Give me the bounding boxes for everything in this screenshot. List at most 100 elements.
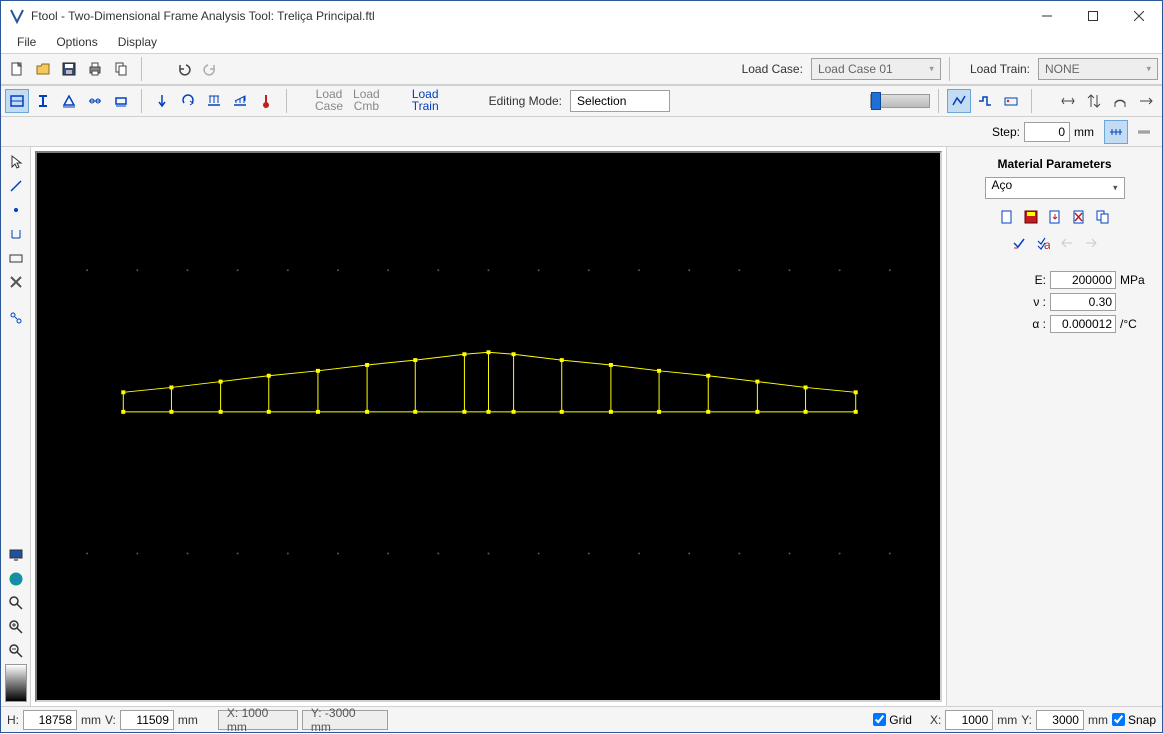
loadtrain-text-button[interactable]: Load Train (408, 89, 443, 113)
right-panel: Material Parameters Aço all E: MPa ν : (946, 147, 1162, 706)
snap-checkbox[interactable]: Snap (1112, 713, 1156, 727)
loadtrain-label: Load Train: (958, 62, 1036, 76)
undo-button[interactable] (172, 57, 196, 81)
left-toolbar (1, 147, 31, 706)
material-delete-button[interactable] (1069, 207, 1089, 227)
keyboard-tool-button[interactable] (5, 247, 27, 269)
toolbar-model: Load Case Load Cmb Load Train Editing Mo… (1, 85, 1162, 117)
param-alpha-input[interactable] (1050, 315, 1116, 333)
gridx-label: X: (930, 713, 941, 727)
material-new-button[interactable] (997, 207, 1017, 227)
zoom-in-button[interactable] (5, 616, 27, 638)
rigid-offset-button[interactable] (109, 89, 133, 113)
close-button[interactable] (1116, 1, 1162, 31)
apply-selected-button[interactable] (1009, 233, 1029, 253)
menu-display[interactable]: Display (108, 33, 167, 51)
editmode-field: Selection (570, 90, 670, 112)
print-button[interactable] (83, 57, 107, 81)
loadcase-text-button[interactable]: Load Case (311, 89, 347, 113)
new-file-button[interactable] (5, 57, 29, 81)
step-mode-fine-button[interactable] (1132, 120, 1156, 144)
support-button[interactable] (57, 89, 81, 113)
titlebar: Ftool - Two-Dimensional Frame Analysis T… (1, 1, 1162, 31)
grayscale-bar-icon[interactable] (5, 664, 27, 702)
transform-tool-button[interactable] (5, 307, 27, 329)
status-bar: H: mm V: mm X: 1000 mm Y: -3000 mm Grid … (1, 706, 1162, 732)
loadcase-select[interactable]: Load Case 01 (811, 58, 941, 80)
toolbar-standard: Load Case: Load Case 01 Load Train: NONE (1, 53, 1162, 85)
open-file-button[interactable] (31, 57, 55, 81)
distributed-load-button[interactable] (202, 89, 226, 113)
window-title: Ftool - Two-Dimensional Frame Analysis T… (31, 9, 1024, 23)
hinge-button[interactable] (83, 89, 107, 113)
step-mode-coarse-button[interactable] (1104, 120, 1128, 144)
app-logo-icon (9, 8, 25, 24)
linear-load-button[interactable] (228, 89, 252, 113)
section-props-button[interactable] (31, 89, 55, 113)
menu-file[interactable]: File (7, 33, 46, 51)
param-e-input[interactable] (1050, 271, 1116, 289)
result-moment-button[interactable] (1108, 89, 1132, 113)
param-e-unit: MPa (1120, 273, 1154, 287)
status-y-box: Y: -3000 mm (302, 710, 388, 730)
diagram-axial-button[interactable] (947, 89, 971, 113)
gridx-unit: mm (997, 713, 1017, 727)
step-input[interactable] (1024, 122, 1070, 142)
editmode-label: Editing Mode: (477, 94, 568, 108)
main-area: Material Parameters Aço all E: MPa ν : (1, 147, 1162, 706)
model-canvas[interactable] (35, 151, 942, 702)
material-save-button[interactable] (1021, 207, 1041, 227)
monitor-icon[interactable] (5, 544, 27, 566)
nodal-force-button[interactable] (150, 89, 174, 113)
material-import-button[interactable] (1045, 207, 1065, 227)
apply-rev-button[interactable] (1057, 233, 1077, 253)
material-params-title: Material Parameters (955, 157, 1154, 171)
step-label: Step: (992, 125, 1020, 139)
apply-all-button[interactable]: all (1033, 233, 1053, 253)
param-nu-input[interactable] (1050, 293, 1116, 311)
result-axial-button[interactable] (1056, 89, 1080, 113)
result-deform-button[interactable] (1134, 89, 1158, 113)
loadcmb-text-button[interactable]: Load Cmb (349, 89, 384, 113)
gridy-unit: mm (1088, 713, 1108, 727)
param-e-label: E: (1026, 273, 1046, 287)
result-shear-button[interactable] (1082, 89, 1106, 113)
status-v-unit: mm (178, 713, 198, 727)
dimension-tool-button[interactable] (5, 223, 27, 245)
result-scale-slider[interactable] (870, 94, 930, 108)
apply-fwd-button[interactable] (1081, 233, 1101, 253)
minimize-button[interactable] (1024, 1, 1070, 31)
save-file-button[interactable] (57, 57, 81, 81)
status-h-input[interactable] (23, 710, 77, 730)
delete-tool-button[interactable] (5, 271, 27, 293)
zoom-fit-button[interactable] (5, 592, 27, 614)
moment-button[interactable] (176, 89, 200, 113)
redo-button[interactable] (198, 57, 222, 81)
node-tool-button[interactable] (5, 199, 27, 221)
loadcase-label: Load Case: (730, 62, 809, 76)
material-params-button[interactable] (5, 89, 29, 113)
status-v-input[interactable] (120, 710, 174, 730)
diagram-moment-button[interactable] (999, 89, 1023, 113)
gridy-label: Y: (1021, 713, 1032, 727)
gridx-input[interactable] (945, 710, 993, 730)
grid-checkbox[interactable]: Grid (873, 713, 912, 727)
gridy-input[interactable] (1036, 710, 1084, 730)
zoom-out-button[interactable] (5, 640, 27, 662)
svg-text:all: all (1044, 238, 1050, 250)
menu-options[interactable]: Options (46, 33, 107, 51)
step-unit: mm (1074, 125, 1094, 139)
select-tool-button[interactable] (5, 151, 27, 173)
copy-button[interactable] (109, 57, 133, 81)
globe-icon[interactable] (5, 568, 27, 590)
status-v-label: V: (105, 713, 116, 727)
maximize-button[interactable] (1070, 1, 1116, 31)
member-tool-button[interactable] (5, 175, 27, 197)
material-copy-button[interactable] (1093, 207, 1113, 227)
param-alpha-label: α : (1026, 317, 1046, 331)
material-select[interactable]: Aço (985, 177, 1125, 199)
param-nu-label: ν : (1026, 295, 1046, 309)
diagram-shear-button[interactable] (973, 89, 997, 113)
thermal-load-button[interactable] (254, 89, 278, 113)
loadtrain-select[interactable]: NONE (1038, 58, 1158, 80)
